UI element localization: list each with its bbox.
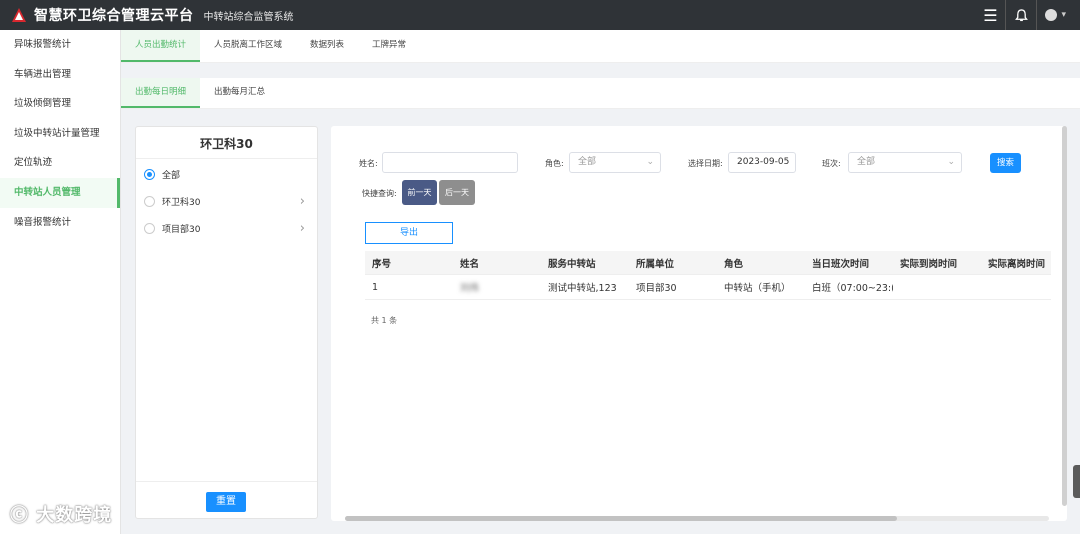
horizontal-scrollbar[interactable]	[345, 516, 1049, 521]
table-row[interactable]: 1 刘伟 测试中转站,123 项目部30 中转站（手机） 白班（07:00~23…	[365, 275, 1051, 300]
col-header: 角色	[724, 258, 744, 270]
name-label: 姓名:	[359, 159, 378, 168]
role-label: 角色:	[545, 159, 564, 168]
watermark-text: 大数跨境	[36, 505, 113, 526]
sidebar-item-odor-alarm[interactable]: 异味报警统计	[0, 30, 120, 60]
export-button[interactable]: 导出	[365, 222, 453, 244]
reset-button[interactable]: 重置	[206, 492, 246, 512]
shift-select-value: 全部	[857, 157, 876, 167]
role-select[interactable]: 全部 ⌄	[569, 152, 661, 173]
subtab-daily-detail[interactable]: 出勤每日明细	[121, 78, 201, 108]
chevron-down-icon: ⌄	[947, 157, 955, 167]
chevron-right-icon[interactable]: ›	[300, 221, 305, 236]
subtab-bar: 出勤每日明细 出勤每月汇总	[121, 78, 1080, 109]
table-cell: 1	[372, 281, 379, 293]
col-header: 实际离岗时间	[988, 258, 1046, 270]
menu-icon[interactable]: ☰	[975, 0, 1005, 30]
col-header: 序号	[372, 258, 392, 270]
col-header: 姓名	[460, 258, 480, 270]
tree-footer: 重置	[136, 481, 317, 518]
quick-query-label: 快捷查询:	[362, 189, 397, 198]
table-cell: 测试中转站,123	[548, 283, 617, 294]
sidebar-item-noise-alarm[interactable]: 噪音报警统计	[0, 208, 120, 238]
tree-item-project[interactable]: 项目部30 ›	[136, 215, 317, 242]
vertical-scrollbar[interactable]	[1062, 126, 1067, 506]
sidebar-item-vehicle-access[interactable]: 车辆进出管理	[0, 60, 120, 90]
col-header: 当日班次时间	[812, 258, 870, 270]
radio-checked[interactable]	[144, 169, 155, 180]
total-count: 共 1 条	[371, 316, 398, 325]
shift-select[interactable]: 全部 ⌄	[848, 152, 962, 173]
role-select-value: 全部	[578, 157, 597, 167]
sidebar-item-staff-management[interactable]: 中转站人员管理	[0, 177, 120, 208]
side-handle[interactable]	[1073, 465, 1080, 498]
chevron-right-icon[interactable]: ›	[300, 194, 305, 209]
header-actions: ☰ ▾	[975, 0, 1080, 30]
date-picker[interactable]: 2023-09-05	[728, 152, 796, 173]
org-tree-panel: 环卫科30 全部 环卫科30 › 项目部30 › 重置	[135, 126, 318, 519]
sidebar: 异味报警统计 车辆进出管理 垃圾倾倒管理 垃圾中转站计量管理 定位轨迹 中转站人…	[0, 30, 121, 534]
bell-icon[interactable]	[1006, 0, 1036, 30]
table-cell: 中转站（手机）	[724, 283, 791, 294]
name-input[interactable]	[382, 152, 518, 173]
tab-badge-anomaly[interactable]: 工牌异常	[358, 30, 420, 62]
tree-item-all[interactable]: 全部	[136, 161, 317, 188]
col-header: 所属单位	[636, 258, 675, 270]
col-header: 实际到岗时间	[900, 258, 958, 270]
tree-item-label: 项目部30	[162, 225, 201, 235]
tree-item-sanitation[interactable]: 环卫科30 ›	[136, 188, 317, 215]
search-button[interactable]: 搜索	[990, 153, 1021, 173]
sidebar-item-dumping[interactable]: 垃圾倾倒管理	[0, 89, 120, 119]
scrollbar-thumb[interactable]	[345, 516, 897, 521]
tree-title: 环卫科30	[136, 127, 317, 159]
tab-data-list[interactable]: 数据列表	[296, 30, 358, 62]
user-menu[interactable]: ▾	[1037, 0, 1080, 30]
date-label: 选择日期:	[688, 159, 723, 168]
top-header: 智慧环卫综合管理云平台 中转站综合监管系统 ☰ ▾	[0, 0, 1080, 30]
system-subtitle: 中转站综合监管系统	[203, 11, 294, 23]
table-header: 序号 姓名 服务中转站 所属单位 角色 当日班次时间 实际到岗时间 实际离岗时间	[365, 251, 1051, 275]
logo-icon	[10, 6, 28, 24]
tab-left-work-area[interactable]: 人员脱离工作区域	[200, 30, 296, 62]
sidebar-item-location-track[interactable]: 定位轨迹	[0, 148, 120, 178]
app-title: 智慧环卫综合管理云平台	[34, 8, 194, 24]
shift-label: 班次:	[822, 159, 841, 168]
prev-day-button[interactable]: 前一天	[402, 180, 437, 205]
user-icon	[1045, 9, 1058, 21]
watermark-icon: ⓒ	[10, 505, 29, 526]
next-day-button[interactable]: 后一天	[439, 180, 475, 205]
tree-item-label: 环卫科30	[162, 198, 201, 208]
tab-attendance-stats[interactable]: 人员出勤统计	[121, 30, 201, 62]
attendance-table: 序号 姓名 服务中转站 所属单位 角色 当日班次时间 实际到岗时间 实际离岗时间…	[365, 251, 1051, 300]
watermark-logo: ⓒ 大数跨境	[10, 501, 112, 527]
table-cell: 白班（07:00~23:(	[812, 283, 893, 294]
subtab-monthly-summary[interactable]: 出勤每月汇总	[200, 78, 279, 108]
radio[interactable]	[144, 223, 155, 234]
main-content-panel: 姓名: 角色: 全部 ⌄ 选择日期: 2023-09-05 班次: 全部 ⌄ 搜…	[331, 126, 1067, 521]
col-header: 服务中转站	[548, 258, 596, 270]
tab-bar: 人员出勤统计 人员脱离工作区域 数据列表 工牌异常	[121, 30, 1080, 63]
table-cell: 项目部30	[636, 283, 677, 294]
chevron-down-icon: ▾	[1061, 10, 1066, 20]
chevron-down-icon: ⌄	[646, 157, 654, 167]
table-cell: 刘伟	[460, 283, 480, 294]
tree-item-label: 全部	[162, 171, 181, 181]
radio[interactable]	[144, 196, 155, 207]
sidebar-item-metering[interactable]: 垃圾中转站计量管理	[0, 119, 120, 149]
